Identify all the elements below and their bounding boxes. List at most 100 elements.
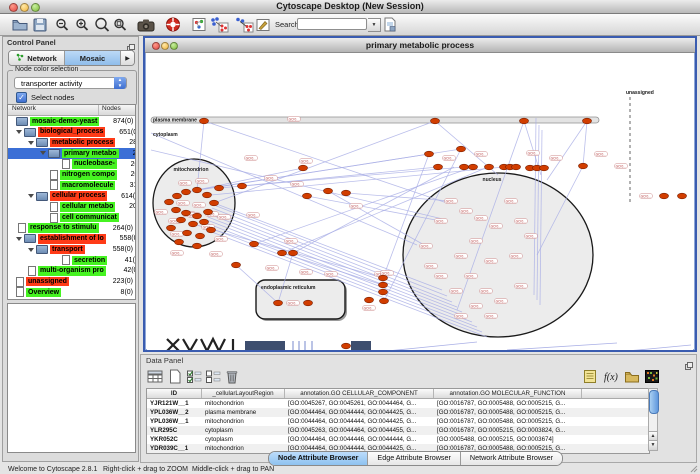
import-attributes-icon[interactable]: [383, 16, 397, 33]
tree-row[interactable]: mosaic-demo-yeast874(0): [8, 116, 135, 127]
table-cell[interactable]: [GO:0016787, GO:0005488, GO:0005215, G..…: [434, 417, 582, 426]
zoom-selected-region-icon[interactable]: [113, 16, 127, 33]
network-node[interactable]: [274, 300, 283, 306]
column-header[interactable]: annotation.GO CELLULAR_COMPONENT: [285, 389, 434, 398]
select-nodes-checkbox[interactable]: ✓: [16, 92, 27, 103]
network-node[interactable]: [431, 118, 440, 124]
network-node[interactable]: [193, 187, 202, 193]
table-cell[interactable]: YKR052C: [147, 435, 202, 444]
table-cell[interactable]: YDR039C__1: [147, 444, 202, 453]
table-cell[interactable]: YJR121W__1: [147, 399, 202, 408]
open-session-icon[interactable]: [11, 16, 29, 33]
tab-mosaic[interactable]: Mosaic: [65, 51, 121, 65]
network-node[interactable]: [167, 225, 176, 231]
network-node[interactable]: [299, 165, 308, 171]
table-cell[interactable]: cytoplasm: [202, 435, 285, 444]
tree-row[interactable]: primary metabo209(...: [8, 148, 135, 159]
table-scrollbar[interactable]: ▲ ▼: [648, 388, 658, 451]
delete-attribute-trash-icon[interactable]: [224, 369, 240, 384]
resize-grip-icon[interactable]: [690, 465, 698, 473]
disclosure-triangle-icon[interactable]: [16, 130, 22, 134]
network-node[interactable]: [289, 250, 298, 256]
table-cell[interactable]: [GO:0044464, GO:0044444, GO:0044425, G..…: [285, 417, 434, 426]
select-attributes-icon[interactable]: [186, 369, 202, 384]
disclosure-triangle-icon[interactable]: [28, 248, 34, 252]
tree-row[interactable]: nitrogen compo209(0): [8, 169, 135, 180]
zoom-fit-icon[interactable]: [94, 16, 110, 33]
table-row[interactable]: YLR295Ccytoplasm[GO:0045263, GO:0044464,…: [147, 426, 649, 435]
network-node[interactable]: [165, 199, 174, 205]
table-row[interactable]: YPL036W__1mitochondrion[GO:0044464, GO:0…: [147, 417, 649, 426]
table-cell[interactable]: YLR295C: [147, 426, 202, 435]
network-node[interactable]: [193, 243, 202, 249]
network-node[interactable]: [304, 300, 313, 306]
attribute-table-header[interactable]: ID_cellularLayoutRegionannotation.GO CEL…: [147, 389, 649, 399]
tree-row[interactable]: secretion41(0): [8, 255, 135, 266]
network-overview-icon[interactable]: [192, 16, 206, 33]
disclosure-triangle-icon[interactable]: [28, 194, 34, 198]
network-node[interactable]: [204, 209, 213, 215]
tree-row[interactable]: cellular metabo209(0): [8, 202, 135, 213]
network-node[interactable]: [380, 298, 389, 304]
tree-row[interactable]: biological_process651(0): [8, 127, 135, 138]
column-header[interactable]: _cellularLayoutRegion: [202, 389, 285, 398]
apply-layout-b-icon[interactable]: [234, 16, 254, 33]
network-node[interactable]: [175, 239, 184, 245]
tree-row[interactable]: Overview8(0): [8, 287, 135, 298]
network-node[interactable]: [678, 193, 687, 199]
formula-builder-icon[interactable]: f(x): [603, 369, 619, 384]
zoom-out-icon[interactable]: [55, 16, 69, 33]
network-view-titlebar[interactable]: primary metabolic process: [145, 38, 695, 53]
network-node[interactable]: [324, 188, 333, 194]
network-node[interactable]: [469, 164, 478, 170]
network-node[interactable]: [583, 118, 592, 124]
network-node[interactable]: [379, 282, 388, 288]
zoom-in-icon[interactable]: [75, 16, 89, 33]
network-node[interactable]: [203, 192, 212, 198]
tree-row[interactable]: unassigned223(0): [8, 276, 135, 287]
table-cell[interactable]: [GO:0044464, GO:0044446, GO:0044444, G..…: [285, 435, 434, 444]
edge[interactable]: [547, 121, 587, 180]
save-session-icon[interactable]: [31, 16, 49, 33]
edge[interactable]: [583, 121, 587, 166]
table-cell[interactable]: mitochondrion: [202, 399, 285, 408]
table-cell[interactable]: cytoplasm: [202, 426, 285, 435]
tree-row[interactable]: macromolecule311(0): [8, 180, 135, 191]
table-cell[interactable]: YPL036W__2: [147, 408, 202, 417]
network-node[interactable]: [200, 118, 209, 124]
birds-eye-view[interactable]: [7, 303, 136, 453]
tree-row[interactable]: nucleobase-209(0): [8, 159, 135, 170]
network-node[interactable]: [177, 217, 186, 223]
network-node[interactable]: [342, 343, 351, 349]
network-node[interactable]: [238, 183, 247, 189]
tree-header-nodes[interactable]: Nodes: [99, 105, 135, 115]
table-cell[interactable]: [GO:0045267, GO:0045261, GO:0044464, G..…: [285, 399, 434, 408]
network-node[interactable]: [172, 207, 181, 213]
tree-row[interactable]: response to stimulu264(0): [8, 223, 135, 234]
tree-row[interactable]: cell communicat22(0): [8, 212, 135, 223]
network-node[interactable]: [215, 185, 224, 191]
network-node[interactable]: [512, 164, 521, 170]
tree-row[interactable]: multi-organism pro42(0): [8, 266, 135, 277]
network-node[interactable]: [520, 118, 529, 124]
new-attribute-icon[interactable]: [167, 369, 183, 384]
import-table-folder-icon[interactable]: [624, 369, 640, 384]
unselect-attributes-icon[interactable]: [205, 369, 221, 384]
table-cell[interactable]: [GO:0016787, GO:0005488, GO:0005215, G..…: [434, 408, 582, 417]
network-node[interactable]: [303, 193, 312, 199]
tree-row[interactable]: metabolic process280(0): [8, 137, 135, 148]
node-color-dropdown[interactable]: transporter activity ▲▼: [14, 77, 127, 89]
table-cell[interactable]: [GO:0005488, GO:0005215, GO:0003674]: [434, 435, 582, 444]
network-node[interactable]: [196, 233, 205, 239]
tree-header-network[interactable]: Network: [8, 105, 99, 115]
matrix-view-icon[interactable]: [644, 369, 660, 384]
tab-network[interactable]: Network: [9, 51, 65, 65]
edit-network-icon[interactable]: [256, 16, 270, 33]
apply-layout-a-icon[interactable]: [209, 16, 229, 33]
table-cell[interactable]: [GO:0045263, GO:0044464, GO:0044455, G..…: [285, 426, 434, 435]
search-dropdown-button[interactable]: ▼: [368, 18, 381, 32]
table-cell[interactable]: plasma membrane: [202, 408, 285, 417]
network-node[interactable]: [182, 189, 191, 195]
table-row[interactable]: YJR121W__1mitochondrion[GO:0045267, GO:0…: [147, 399, 649, 408]
table-row[interactable]: YPL036W__2plasma membrane[GO:0044464, GO…: [147, 408, 649, 417]
